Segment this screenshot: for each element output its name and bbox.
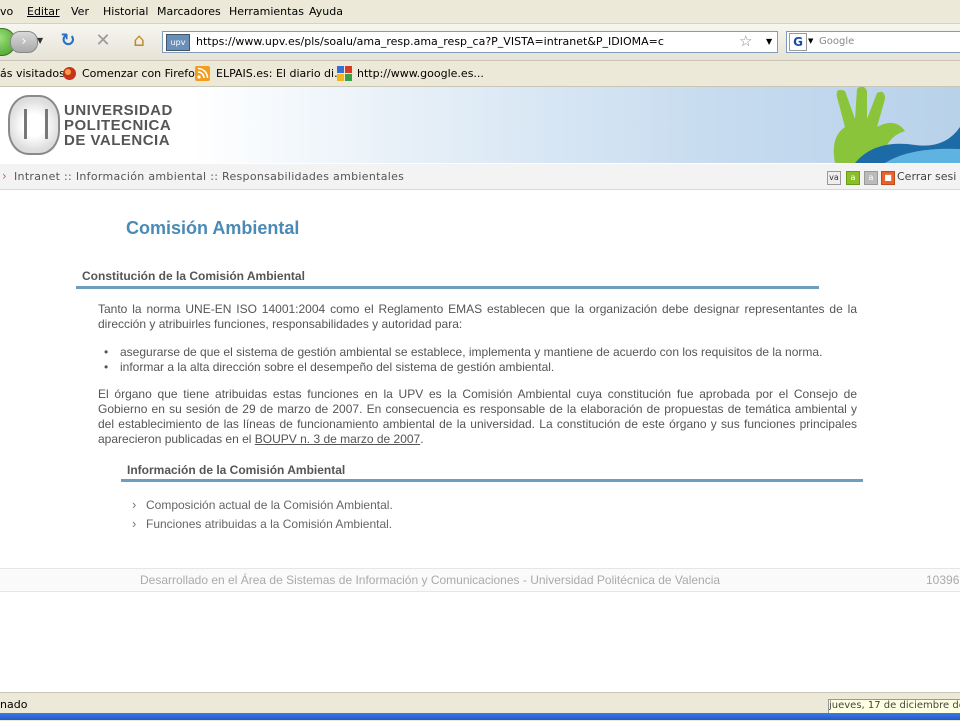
forward-button[interactable]: › xyxy=(10,31,38,53)
site-banner: UNIVERSIDAD POLITECNICA DE VALENCIA xyxy=(0,87,960,163)
logo-line-3[interactable]: DE VALENCIA xyxy=(64,132,170,149)
search-engine-dropdown-icon[interactable]: ▼ xyxy=(808,37,813,45)
bookmarks-bar: ás visitados Comenzar con Firefox ELPAIS… xyxy=(0,61,960,87)
menu-tools[interactable]: Herramientas xyxy=(229,5,304,18)
boupv-link[interactable]: BOUPV n. 3 de marzo de 2007 xyxy=(255,432,420,446)
section-divider xyxy=(76,286,819,289)
hand-graphic-icon xyxy=(833,87,960,163)
breadcrumb[interactable]: Intranet :: Información ambiental :: Res… xyxy=(14,170,404,183)
valencian-language-icon[interactable]: va xyxy=(827,171,841,185)
lock-icon[interactable]: ■ xyxy=(881,171,895,185)
menu-help[interactable]: Ayuda xyxy=(309,5,343,18)
list-item: asegurarse de que el sistema de gestión … xyxy=(98,345,863,360)
breadcrumb-bar: › Intranet :: Información ambiental :: R… xyxy=(0,164,960,190)
paragraph-commission-end: . xyxy=(420,432,424,446)
bookmark-star-icon[interactable]: ☆ xyxy=(739,32,752,50)
university-seal-icon[interactable] xyxy=(8,95,60,155)
url-dropdown-icon[interactable]: ▼ xyxy=(766,37,772,46)
search-box[interactable]: G ▼ Google xyxy=(786,31,960,53)
page-footer: Desarrollado en el Área de Sistemas de I… xyxy=(0,568,960,592)
forward-arrow-icon: › xyxy=(21,34,27,49)
menu-view[interactable]: Ver xyxy=(71,5,89,18)
section-heading-information: Información de la Comisión Ambiental xyxy=(127,463,346,477)
menu-history[interactable]: Historial xyxy=(103,5,148,18)
stop-icon[interactable]: ✕ xyxy=(92,30,114,52)
footer-credits: Desarrollado en el Área de Sistemas de I… xyxy=(140,573,721,587)
section-heading-constitution: Constitución de la Comisión Ambiental xyxy=(82,269,305,283)
bookmark-firefox[interactable]: Comenzar con Firefox xyxy=(82,67,201,80)
footer-counter: 10396 xyxy=(926,573,960,587)
site-identity-badge[interactable]: upv xyxy=(166,34,190,51)
paragraph-commission: El órgano que tiene atribuidas estas fun… xyxy=(98,387,857,447)
windows-taskbar[interactable] xyxy=(0,713,960,720)
status-text: nado xyxy=(0,698,28,711)
bookmark-google[interactable]: http://www.google.es... xyxy=(357,67,484,80)
search-engine-icon[interactable]: G xyxy=(789,33,807,51)
responsibilities-list: asegurarse de que el sistema de gestión … xyxy=(98,345,863,375)
logout-link[interactable]: Cerrar sesi xyxy=(897,170,956,183)
rss-feed-icon xyxy=(195,66,210,81)
menu-edit[interactable]: Editar xyxy=(27,5,60,18)
navigation-toolbar: › ▼ ↻ ✕ ⌂ upv https://www.upv.es/pls/soa… xyxy=(0,24,960,61)
url-text[interactable]: https://www.upv.es/pls/soalu/ama_resp.am… xyxy=(196,35,664,48)
list-item: informar a la alta dirección sobre el de… xyxy=(98,360,863,375)
bookmark-elpais[interactable]: ELPAIS.es: El diario di... xyxy=(216,67,345,80)
menu-bar: vo Editar Ver Historial Marcadores Herra… xyxy=(0,0,960,24)
search-input[interactable]: Google xyxy=(819,36,854,47)
information-links: Composición actual de la Comisión Ambien… xyxy=(128,495,828,534)
google-icon xyxy=(337,66,352,81)
bookmark-most-visited[interactable]: ás visitados xyxy=(0,67,65,80)
paragraph-intro: Tanto la norma UNE-EN ISO 14001:2004 com… xyxy=(98,302,857,331)
section-divider xyxy=(121,479,863,482)
breadcrumb-arrow-icon: › xyxy=(2,169,7,183)
address-bar[interactable]: upv https://www.upv.es/pls/soalu/ama_res… xyxy=(162,31,778,53)
link-functions[interactable]: Funciones atribuidas a la Comisión Ambie… xyxy=(128,514,828,534)
page-title: Comisión Ambiental xyxy=(126,218,300,238)
font-size-large-icon[interactable]: a xyxy=(864,171,878,185)
menu-bookmarks[interactable]: Marcadores xyxy=(157,5,221,18)
font-size-icon[interactable]: a xyxy=(846,171,860,185)
history-dropdown-icon[interactable]: ▼ xyxy=(37,36,43,45)
reload-icon[interactable]: ↻ xyxy=(57,30,79,52)
paragraph-commission-text: El órgano que tiene atribuidas estas fun… xyxy=(98,387,857,446)
home-icon[interactable]: ⌂ xyxy=(128,30,150,52)
link-composition[interactable]: Composición actual de la Comisión Ambien… xyxy=(128,495,828,515)
menu-file[interactable]: vo xyxy=(0,5,13,18)
firefox-icon xyxy=(63,67,76,80)
